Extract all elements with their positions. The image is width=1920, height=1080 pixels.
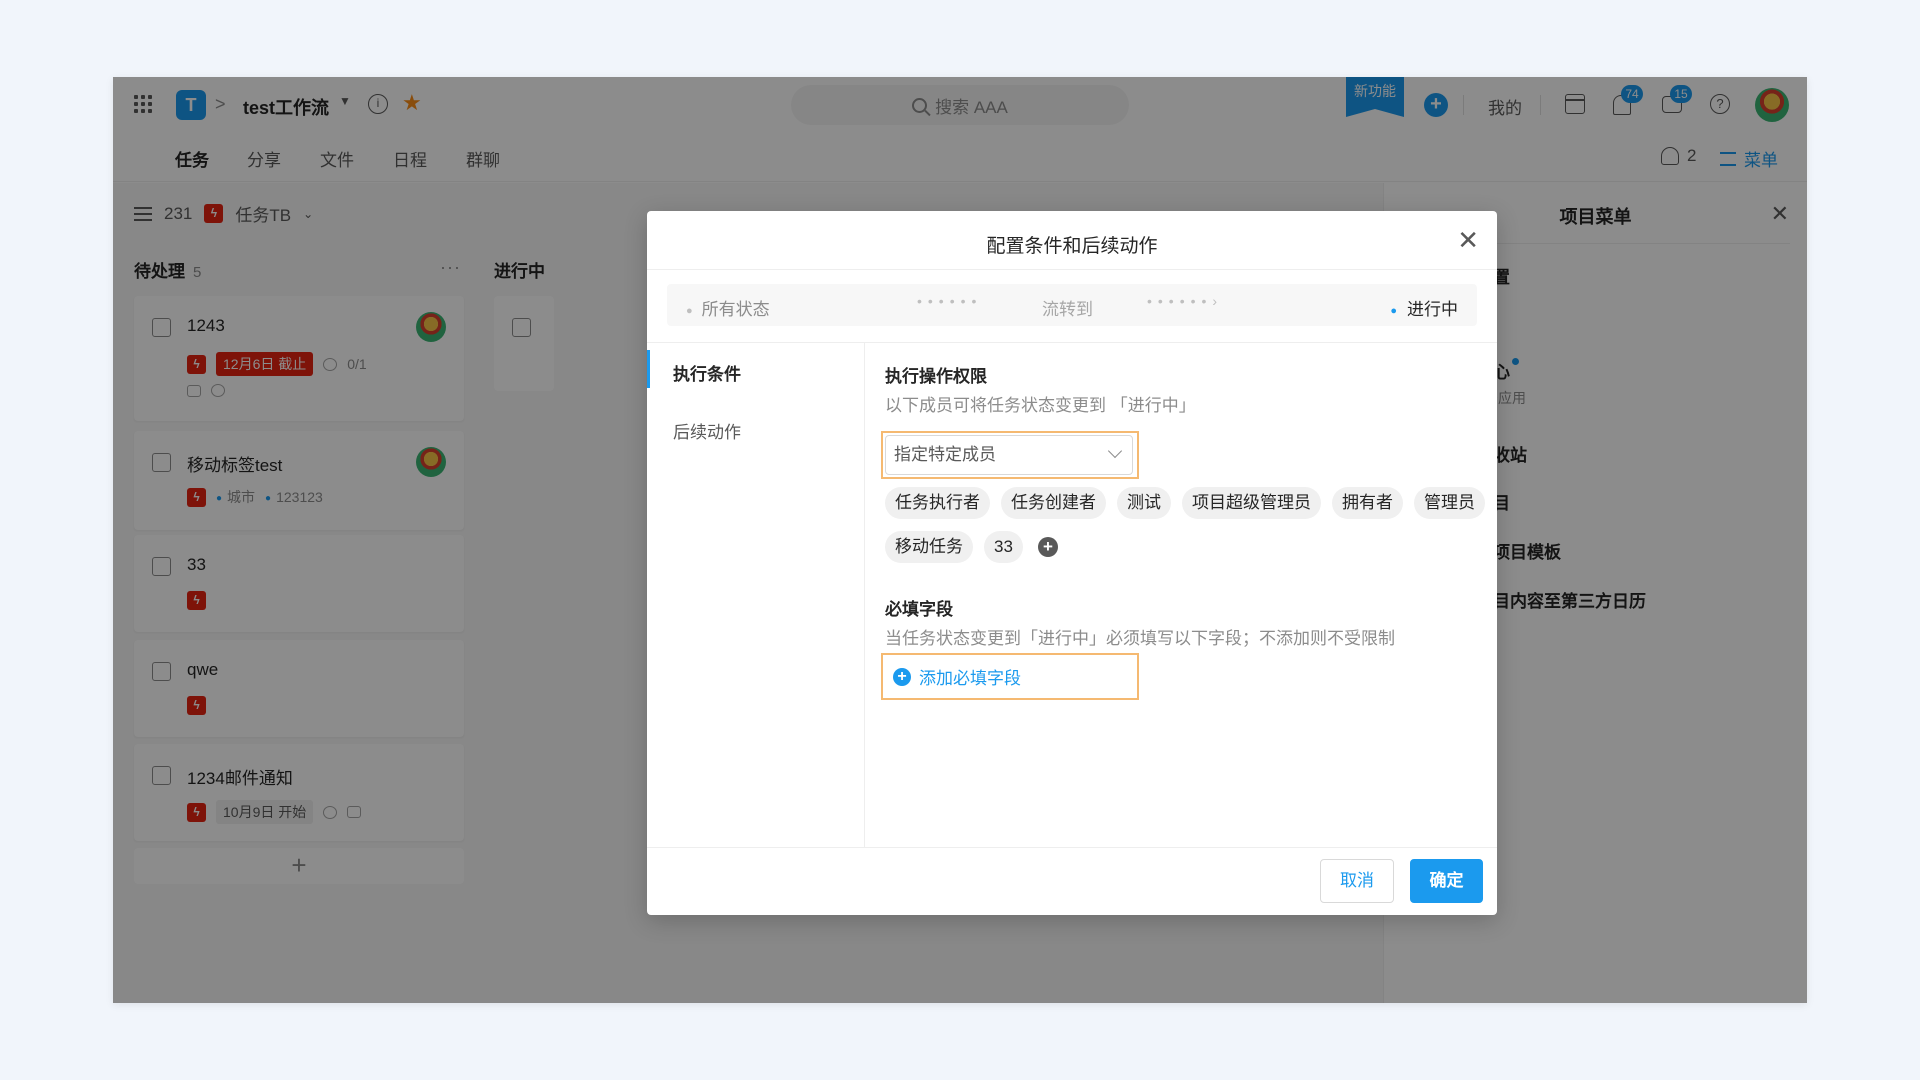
status-flow-bar: 所有状态 •••••• 流转到 ••••••› 进行中 bbox=[667, 284, 1477, 326]
flow-label: 流转到 bbox=[1042, 300, 1093, 319]
required-title: 必填字段 bbox=[885, 600, 953, 619]
permission-title: 执行操作权限 bbox=[885, 367, 987, 386]
cancel-button[interactable]: 取消 bbox=[1320, 859, 1394, 903]
member-chip[interactable]: 移动任务 bbox=[885, 531, 973, 563]
select-value: 指定特定成员 bbox=[894, 445, 996, 464]
chevron-down-icon bbox=[1107, 443, 1123, 459]
modal-side-nav: 执行条件 后续动作 bbox=[647, 342, 865, 847]
app-window: T > test工作流 ▼ i ★ 搜索 AAA 新功能 + 我的 74 15 … bbox=[113, 77, 1807, 1003]
plus-circle-icon: + bbox=[893, 667, 911, 686]
member-select-highlight: 指定特定成员 bbox=[881, 431, 1139, 479]
from-status: 所有状态 bbox=[686, 295, 770, 320]
add-member-icon[interactable]: + bbox=[1037, 537, 1058, 557]
add-required-label: 添加必填字段 bbox=[919, 669, 1021, 688]
active-indicator bbox=[647, 350, 650, 388]
member-type-select[interactable]: 指定特定成员 bbox=[885, 435, 1133, 475]
flow-arrow-icon: ••••••› bbox=[1147, 293, 1224, 309]
required-desc: 当任务状态变更到「进行中」必须填写以下字段；不添加则不受限制 bbox=[885, 629, 1395, 648]
member-chip[interactable]: 项目超级管理员 bbox=[1182, 487, 1321, 519]
config-modal: 配置条件和后续动作 ✕ 所有状态 •••••• 流转到 ••••••› 进行中 … bbox=[647, 211, 1497, 915]
to-status: 进行中 bbox=[1390, 295, 1458, 320]
permission-desc: 以下成员可将任务状态变更到 「进行中」 bbox=[885, 396, 1196, 415]
close-icon[interactable]: ✕ bbox=[1457, 225, 1479, 256]
member-chips: 任务执行者 任务创建者 测试 项目超级管理员 拥有者 管理员 移动任务 33 + bbox=[885, 487, 1485, 563]
nav-follow-up-actions[interactable]: 后续动作 bbox=[673, 418, 741, 443]
confirm-button[interactable]: 确定 bbox=[1410, 859, 1483, 903]
divider bbox=[647, 847, 1497, 848]
member-chip[interactable]: 拥有者 bbox=[1332, 487, 1403, 519]
member-chip[interactable]: 任务创建者 bbox=[1001, 487, 1106, 519]
member-chip[interactable]: 任务执行者 bbox=[885, 487, 990, 519]
member-chip[interactable]: 33 bbox=[984, 531, 1023, 563]
nav-execution-conditions[interactable]: 执行条件 bbox=[673, 360, 741, 385]
divider bbox=[647, 269, 1497, 270]
member-chip[interactable]: 管理员 bbox=[1414, 487, 1485, 519]
add-required-field-button[interactable]: + 添加必填字段 bbox=[881, 653, 1139, 700]
modal-title: 配置条件和后续动作 bbox=[986, 236, 1158, 257]
flow-dots: •••••• bbox=[917, 293, 983, 309]
member-chip[interactable]: 测试 bbox=[1117, 487, 1171, 519]
